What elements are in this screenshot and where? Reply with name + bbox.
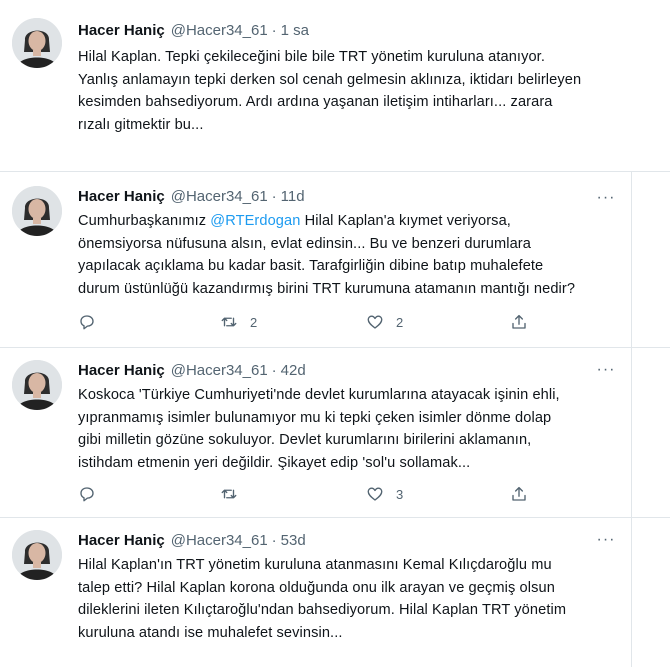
tweet-2[interactable]: Hacer Haniç @Hacer34_61 · 11d ··· Cumhur… bbox=[0, 172, 631, 348]
text-segment: Cumhurbaşkanımız bbox=[78, 213, 211, 229]
text-line: Cumhurbaşkanımız @RTErdogan Hilal Kaplan… bbox=[78, 210, 628, 233]
more-options-button[interactable]: ··· bbox=[594, 360, 618, 380]
separator-dot: · bbox=[271, 362, 277, 379]
text-line: kuruluna atandı ise muhalefet sevinsin..… bbox=[78, 624, 343, 641]
retweet-count: 2 bbox=[250, 314, 258, 330]
author-handle[interactable]: @Hacer34_61 bbox=[171, 362, 268, 379]
reply-icon bbox=[80, 487, 94, 502]
reply-button[interactable] bbox=[78, 310, 108, 334]
profile-photo bbox=[12, 360, 62, 410]
text-line: Koskoca 'Türkiye Cumhuriyeti'nde devlet … bbox=[78, 387, 560, 403]
avatar[interactable] bbox=[12, 186, 62, 236]
more-icon: ··· bbox=[596, 531, 616, 548]
heart-icon bbox=[367, 315, 383, 329]
avatar[interactable] bbox=[12, 530, 62, 580]
text-line: yıpranmamış isimler bulunamıyor mu ki te… bbox=[78, 409, 552, 426]
text-line: istihdam etmenin yeri değildir. Şikayet … bbox=[78, 454, 471, 471]
heart-icon bbox=[367, 487, 383, 501]
tweet-actions: 2 2 bbox=[78, 310, 538, 334]
retweet-button[interactable] bbox=[220, 482, 250, 506]
retweet-button[interactable]: 2 bbox=[220, 310, 257, 334]
retweet-icon bbox=[221, 489, 237, 499]
share-button[interactable] bbox=[510, 482, 528, 506]
avatar[interactable] bbox=[12, 360, 62, 410]
timestamp[interactable]: 42d bbox=[281, 362, 306, 379]
author-handle[interactable]: @Hacer34_61 bbox=[171, 188, 268, 205]
reply-button[interactable] bbox=[78, 482, 108, 506]
more-icon: ··· bbox=[596, 361, 616, 378]
profile-photo bbox=[12, 18, 62, 68]
share-button[interactable] bbox=[510, 310, 528, 334]
text-segment: Hilal Kaplan'a kıymet veriyorsa, bbox=[300, 213, 511, 229]
text-line: gibi milletin gözüne sokuluyor. Devlet k… bbox=[78, 432, 532, 448]
text-line: kesimden bahsediyorum. Ardı ardına yaşan… bbox=[78, 94, 553, 110]
text-line: rızalı gitmektir bu... bbox=[78, 116, 204, 133]
mention-link[interactable]: @RTErdogan bbox=[210, 213, 300, 229]
text-line: yapılacak açıklama bu kadar basit. Taraf… bbox=[78, 258, 544, 274]
timestamp[interactable]: 11d bbox=[281, 188, 305, 205]
timestamp[interactable]: 1 sa bbox=[281, 22, 309, 39]
separator-dot: · bbox=[271, 22, 277, 39]
separator-dot: · bbox=[271, 188, 277, 205]
share-icon bbox=[512, 486, 526, 501]
tweet-actions: 3 bbox=[78, 482, 538, 506]
like-button[interactable]: 2 bbox=[366, 310, 403, 334]
retweet-icon bbox=[221, 317, 237, 327]
like-count: 2 bbox=[396, 314, 404, 330]
author-name[interactable]: Hacer Haniç bbox=[78, 22, 165, 39]
share-icon bbox=[512, 314, 526, 329]
like-button[interactable]: 3 bbox=[366, 482, 403, 506]
profile-photo bbox=[12, 530, 62, 580]
avatar[interactable] bbox=[12, 18, 62, 68]
tweet-text: Koskoca 'Türkiye Cumhuriyeti'nde devlet … bbox=[78, 384, 628, 474]
timestamp[interactable]: 53d bbox=[281, 532, 306, 549]
reply-icon bbox=[80, 315, 94, 330]
profile-photo bbox=[12, 186, 62, 236]
tweet-4[interactable]: Hacer Haniç @Hacer34_61 · 53d ··· Hilal … bbox=[0, 518, 631, 667]
like-count: 3 bbox=[396, 486, 404, 502]
tweet-text: Hilal Kaplan'ın TRT yönetim kuruluna ata… bbox=[78, 554, 628, 644]
author-handle[interactable]: @Hacer34_61 bbox=[171, 532, 268, 549]
author-name[interactable]: Hacer Haniç bbox=[78, 362, 165, 379]
column-border bbox=[631, 172, 632, 667]
more-options-button[interactable]: ··· bbox=[594, 530, 618, 550]
tweet-1[interactable]: Hacer Haniç @Hacer34_61 · 1 sa Hilal Kap… bbox=[0, 0, 670, 170]
text-line: Hilal Kaplan. Tepki çekileceğini bile bi… bbox=[78, 49, 545, 65]
author-handle[interactable]: @Hacer34_61 bbox=[171, 22, 268, 39]
more-options-button[interactable]: ··· bbox=[594, 188, 618, 208]
text-line: Hilal Kaplan'ın TRT yönetim kuruluna ata… bbox=[78, 557, 552, 573]
tweet-text: Hilal Kaplan. Tepki çekileceğini bile bi… bbox=[78, 46, 628, 136]
text-line: talep etti? Hilal Kaplan korona olduğund… bbox=[78, 579, 555, 596]
text-line: önemsiyorsa nüfusuna alsın, evlat edinsi… bbox=[78, 235, 531, 252]
text-line: dileklerini ileten Kılıçtaroğlu'ndan bah… bbox=[78, 602, 567, 618]
text-line: Yanlış anlamayın tepki derken sol cenah … bbox=[78, 71, 582, 88]
author-name[interactable]: Hacer Haniç bbox=[78, 188, 165, 205]
tweet-3[interactable]: Hacer Haniç @Hacer34_61 · 42d ··· Koskoc… bbox=[0, 348, 631, 518]
separator-dot: · bbox=[271, 532, 277, 549]
tweet-text: Cumhurbaşkanımız @RTErdogan Hilal Kaplan… bbox=[78, 210, 628, 300]
text-line: durum üstünlüğü kazandırmış birini TRT k… bbox=[78, 280, 576, 297]
more-icon: ··· bbox=[596, 189, 616, 206]
author-name[interactable]: Hacer Haniç bbox=[78, 532, 165, 549]
